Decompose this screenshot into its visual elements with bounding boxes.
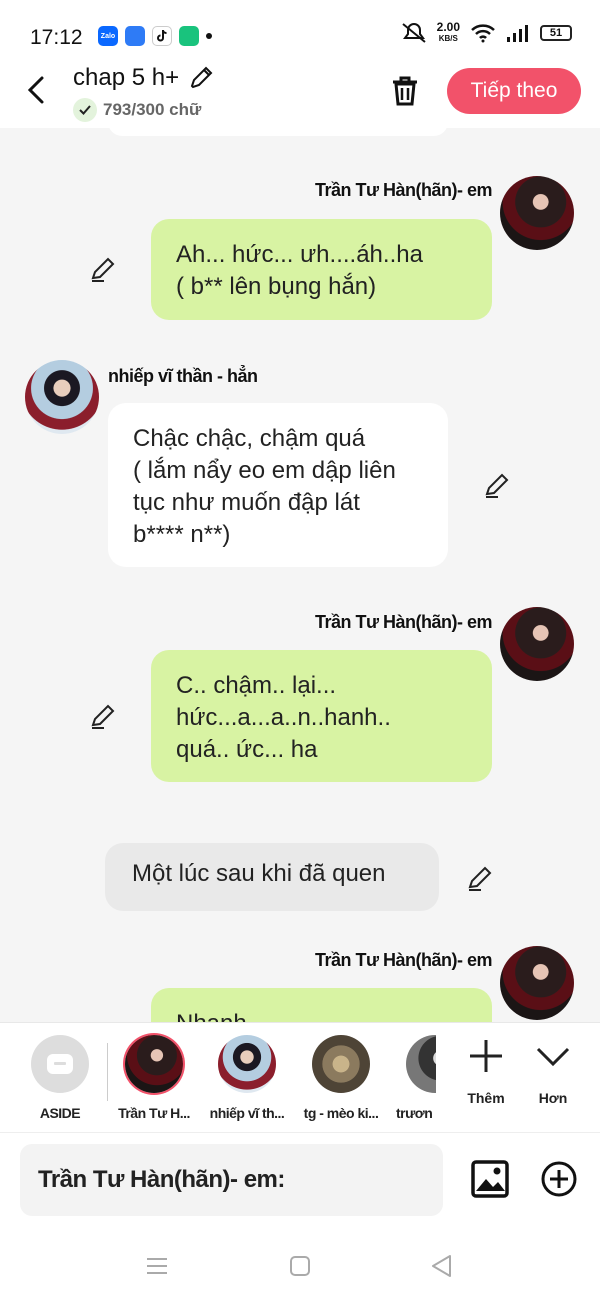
speaker-name: nhiếp vĩ thần - hẳn — [108, 366, 258, 386]
tiktok-icon — [152, 26, 172, 46]
network-speed: 2.00 KB/S — [436, 20, 460, 43]
zalo-icon: Zalo — [98, 26, 118, 46]
signal-icon — [507, 25, 528, 42]
word-count: 793/300 chữ — [73, 98, 201, 122]
avatar — [312, 1035, 370, 1093]
message-line: Chậc chậc, chậm quá — [133, 425, 366, 452]
message-input[interactable]: Trần Tư Hàn(hãn)- em: — [20, 1144, 443, 1216]
avatar — [406, 1035, 436, 1093]
more-button[interactable]: Hơn — [523, 1037, 583, 1106]
character-label: ASIDE — [39, 1105, 81, 1121]
word-count-text: 793/300 chữ — [103, 100, 202, 119]
message-line: ( b** lên bụng hắn) — [176, 273, 377, 300]
message-bubble[interactable]: Nhanh — [151, 988, 492, 1022]
edit-message-icon[interactable] — [466, 863, 496, 893]
check-icon — [73, 98, 97, 122]
avatar[interactable] — [500, 607, 574, 681]
character-nhiep-vi-than[interactable]: nhiếp vĩ th... — [205, 1035, 289, 1121]
edit-message-icon[interactable] — [89, 701, 119, 731]
more-dot-icon — [206, 33, 212, 39]
back-arrow-icon[interactable] — [22, 72, 54, 108]
message-bubble[interactable]: Ah... hức... ưh....áh..ha ( b** lên bụng… — [151, 219, 492, 320]
character-label: tg - mèo ki... — [303, 1105, 379, 1121]
character-label: Trần Tư H... — [118, 1105, 190, 1121]
battery-icon: 51 — [540, 25, 572, 41]
system-nav-bar — [0, 1232, 600, 1300]
chapter-title[interactable]: chap 5 h+ — [73, 64, 215, 92]
app-icon — [125, 26, 145, 46]
character-tg-meo[interactable]: tg - mèo ki... — [299, 1035, 383, 1121]
character-label: trươn — [396, 1105, 433, 1121]
aside-bubble[interactable]: Một lúc sau khi đã quen — [105, 843, 439, 911]
plus-icon — [470, 1040, 502, 1072]
wifi-icon — [471, 24, 495, 43]
message-line: Nhanh — [176, 1008, 467, 1022]
add-label: Thêm — [467, 1090, 505, 1106]
avatar[interactable] — [25, 360, 99, 434]
chapter-title-text: chap 5 h+ — [73, 64, 180, 91]
back-triangle-icon[interactable] — [428, 1252, 456, 1280]
avatar[interactable] — [500, 176, 574, 250]
chat-area[interactable]: Trần Tư Hàn(hãn)- em Ah... hức... ưh....… — [0, 128, 600, 1022]
app-header: chap 5 h+ 793/300 chữ Tiếp theo — [0, 62, 600, 128]
trash-icon[interactable] — [386, 72, 424, 110]
edit-title-icon[interactable] — [187, 64, 215, 92]
notification-icons: Zalo — [98, 26, 212, 46]
status-bar: 17:12 Zalo 2.00 KB/S 51 — [0, 0, 600, 62]
message-line: Một lúc sau khi đã quen — [132, 860, 386, 887]
image-icon[interactable] — [470, 1159, 510, 1199]
battery-app-icon — [179, 26, 199, 46]
chevron-down-icon — [536, 1047, 570, 1067]
avatar — [125, 1035, 183, 1093]
speaker-name: Trần Tư Hàn(hãn)- em — [314, 612, 493, 632]
status-time: 17:12 — [30, 26, 83, 49]
edit-message-icon[interactable] — [89, 254, 119, 284]
next-button[interactable]: Tiếp theo — [447, 68, 581, 114]
more-label: Hơn — [538, 1090, 568, 1106]
message-bubble-partial — [108, 128, 448, 136]
speaker-name: Trần Tư Hàn(hãn)- em — [314, 180, 493, 200]
message-line: C.. chậm.. lại... — [176, 672, 337, 699]
message-bubble[interactable]: Chậc chậc, chậm quá ( lắm nẩy eo em dập … — [108, 403, 448, 567]
aside-icon — [31, 1035, 89, 1093]
system-icons: 2.00 KB/S 51 — [401, 20, 572, 44]
message-line: tục như muốn đập lát — [133, 489, 360, 516]
home-icon[interactable] — [286, 1252, 314, 1280]
speaker-name: Trần Tư Hàn(hãn)- em — [314, 950, 493, 970]
message-line: quá.. ức... ha — [176, 736, 318, 763]
edit-message-icon[interactable] — [483, 470, 513, 500]
character-selector: ASIDE Trần Tư H... nhiếp vĩ th... tg - m… — [0, 1022, 600, 1132]
character-tran-tu-han[interactable]: Trần Tư H... — [112, 1035, 196, 1121]
composer: Trần Tư Hàn(hãn)- em: — [0, 1132, 600, 1232]
character-label: nhiếp vĩ th... — [209, 1105, 285, 1121]
avatar[interactable] — [500, 946, 574, 1020]
character-truong[interactable]: trươn — [390, 1035, 436, 1121]
mute-icon — [402, 23, 426, 43]
add-character-button[interactable]: Thêm — [456, 1037, 516, 1106]
divider — [107, 1043, 108, 1101]
add-circle-icon[interactable] — [540, 1160, 578, 1198]
message-line: b**** n**) — [133, 521, 231, 548]
message-bubble[interactable]: C.. chậm.. lại... hức...a...a..n..hanh..… — [151, 650, 492, 782]
message-line: Ah... hức... ưh....áh..ha — [176, 241, 423, 268]
menu-icon[interactable] — [143, 1252, 171, 1280]
avatar — [218, 1035, 276, 1093]
character-aside[interactable]: ASIDE — [18, 1035, 102, 1121]
message-line: hức...a...a..n..hanh.. — [176, 704, 391, 731]
message-line: ( lắm nẩy eo em dập liên — [133, 457, 396, 484]
